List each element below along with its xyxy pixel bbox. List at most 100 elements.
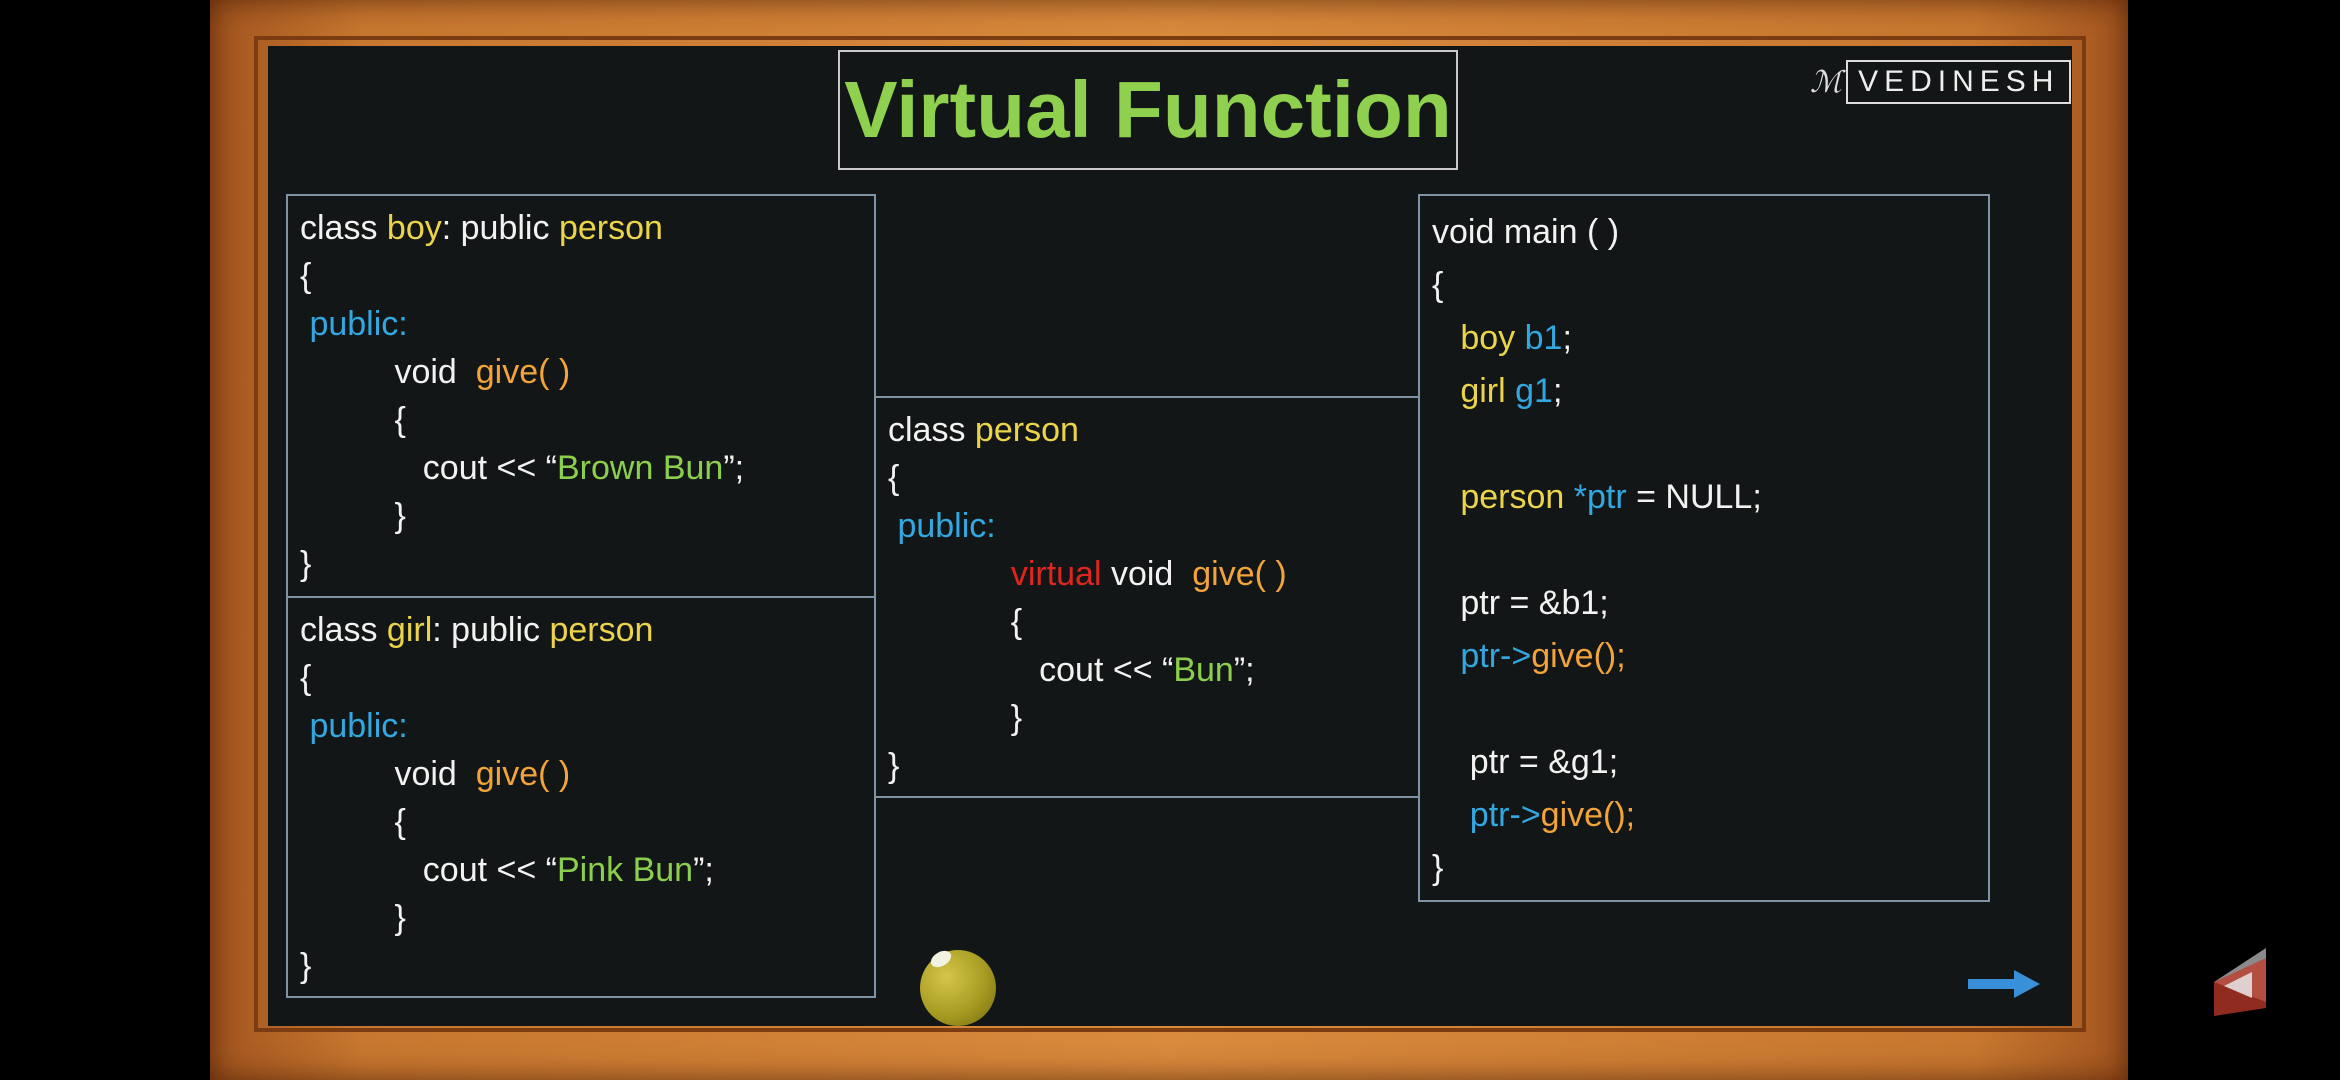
logo-mark: ℳ: [1810, 65, 1843, 99]
code-token: ptr->: [1460, 637, 1532, 675]
code-token: Brown Bun: [557, 449, 724, 487]
person-class-line: }: [888, 746, 899, 786]
person-class-line: public:: [888, 506, 996, 546]
right-arrow-icon[interactable]: [1968, 970, 2040, 998]
code-token: give();: [1540, 796, 1636, 834]
boy-class-box: [286, 194, 876, 598]
code-token: }: [888, 747, 900, 785]
girl-class-line: {: [300, 802, 406, 842]
code-token: void: [300, 353, 476, 391]
code-token: ptr = &g1;: [1432, 743, 1619, 781]
main-fn-line: {: [1432, 265, 1443, 305]
code-token: {: [1432, 266, 1444, 304]
code-token: }: [1432, 849, 1444, 887]
boy-class-line: {: [300, 400, 406, 440]
code-token: cout << “: [300, 851, 557, 889]
code-token: virtual: [1010, 555, 1102, 593]
boy-class-line: }: [300, 496, 406, 536]
person-class-line: {: [888, 602, 1022, 642]
code-token: cout << “: [888, 651, 1174, 689]
code-token: ”;: [1233, 651, 1255, 689]
code-token: void: [300, 755, 476, 793]
code-token: *ptr: [1573, 478, 1627, 516]
main-fn-line: }: [1432, 848, 1443, 888]
main-fn-line: void main ( ): [1432, 212, 1619, 252]
code-token: }: [888, 699, 1023, 737]
logo-text: VEDINESH: [1846, 60, 2072, 104]
code-token: girl: [386, 611, 433, 649]
code-token: Bun: [1173, 651, 1234, 689]
code-token: boy: [1460, 319, 1525, 357]
boy-class-line: public:: [300, 304, 408, 344]
boy-class-line: cout << “Brown Bun”;: [300, 448, 744, 488]
person-class-line: }: [888, 698, 1022, 738]
code-token: {: [300, 803, 406, 841]
main-fn-line: person *ptr = NULL;: [1432, 477, 1762, 517]
girl-class-line: }: [300, 946, 311, 986]
code-token: b1: [1524, 319, 1563, 357]
title-box: Virtual Function: [838, 50, 1458, 170]
code-token: give();: [1531, 637, 1626, 675]
girl-class-line: public:: [300, 706, 408, 746]
girl-class-line: {: [300, 658, 311, 698]
person-class-line: class person: [888, 410, 1079, 450]
code-token: void: [1101, 555, 1193, 593]
code-token: = NULL;: [1626, 478, 1762, 516]
person-class-line: cout << “Bun”;: [888, 650, 1255, 690]
code-token: }: [300, 497, 406, 535]
code-token: }: [300, 545, 312, 583]
code-token: person: [549, 611, 654, 649]
main-fn-line: ptr->give();: [1432, 636, 1626, 676]
girl-class-line: cout << “Pink Bun”;: [300, 850, 714, 890]
code-token: give( ): [1192, 555, 1287, 593]
code-token: : public: [432, 611, 550, 649]
code-token: ;: [1552, 372, 1563, 410]
code-token: g1: [1515, 372, 1553, 410]
code-token: person: [558, 209, 663, 247]
player-logo-icon: [2214, 948, 2266, 1016]
code-token: person: [1460, 478, 1574, 516]
person-class-line: {: [888, 458, 899, 498]
code-token: void main ( ): [1432, 213, 1620, 251]
slide-title: Virtual Function: [844, 65, 1452, 154]
code-token: give( ): [475, 755, 571, 793]
girl-class-line: }: [300, 898, 405, 938]
code-token: give( ): [475, 353, 571, 391]
code-token: class: [888, 411, 975, 449]
main-fn-line: ptr = &g1;: [1432, 742, 1618, 782]
main-fn-line: boy b1;: [1432, 318, 1572, 358]
code-token: {: [300, 401, 406, 439]
code-token: ;: [1562, 319, 1572, 357]
code-token: class: [300, 611, 387, 649]
code-token: person: [974, 411, 1079, 449]
boy-class-line: {: [300, 256, 311, 296]
boy-class-line: class boy: public person: [300, 208, 663, 248]
code-token: public:: [300, 707, 408, 745]
code-token: ”;: [693, 851, 714, 889]
code-token: : public: [441, 209, 559, 247]
girl-class-line: class girl: public person: [300, 610, 653, 650]
main-fn-line: ptr->give();: [1432, 795, 1635, 835]
code-token: {: [888, 459, 900, 497]
code-token: Pink Bun: [557, 851, 694, 889]
person-class-line: virtual void give( ): [888, 554, 1287, 594]
main-fn-line: girl g1;: [1432, 371, 1562, 411]
code-token: public:: [888, 507, 996, 545]
code-token: ”;: [723, 449, 745, 487]
code-token: {: [300, 659, 312, 697]
main-fn-line: ptr = &b1;: [1432, 583, 1609, 623]
code-token: public:: [300, 305, 408, 343]
code-token: }: [300, 947, 312, 985]
code-token: ptr = &b1;: [1432, 584, 1609, 622]
code-token: ptr->: [1469, 796, 1541, 834]
code-token: boy: [386, 209, 442, 247]
code-token: {: [300, 257, 312, 295]
boy-class-line: }: [300, 544, 311, 584]
code-token: {: [888, 603, 1023, 641]
code-token: girl: [1460, 372, 1516, 410]
